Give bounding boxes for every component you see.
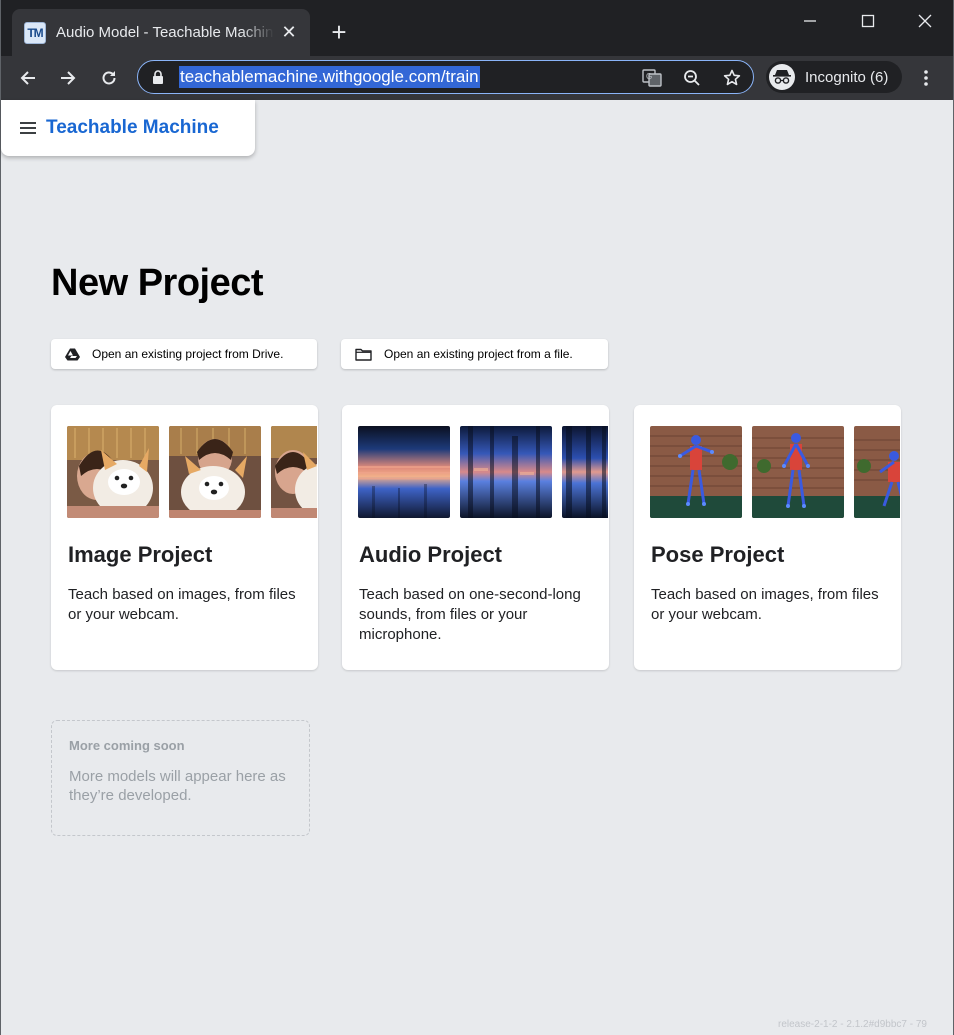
image-thumbnails <box>67 426 317 518</box>
window-close-icon[interactable] <box>905 6 945 36</box>
pose-thumbnail <box>854 426 900 518</box>
image-project-description: Teach based on images, from files or you… <box>68 586 296 623</box>
window-border-left <box>0 0 1 1035</box>
incognito-icon <box>769 64 795 90</box>
pose-thumbnail <box>650 426 742 518</box>
image-thumbnail <box>169 426 261 518</box>
new-tab-plus-icon[interactable]: + <box>326 17 352 47</box>
browser-toolbar: teachablemachine.withgoogle.com/train G … <box>0 56 954 100</box>
image-project-card[interactable]: Image Project Teach based on images, fro… <box>51 405 318 670</box>
lock-icon[interactable] <box>152 70 164 89</box>
open-from-file-label: Open an existing project from a file. <box>384 347 573 361</box>
address-bar[interactable]: teachablemachine.withgoogle.com/train G <box>137 60 754 94</box>
incognito-label: Incognito (6) <box>805 68 889 86</box>
hamburger-menu-icon[interactable] <box>20 122 36 134</box>
spectrogram-thumbnail <box>562 426 608 518</box>
folder-icon <box>355 348 372 361</box>
forward-arrow-icon[interactable] <box>54 64 82 92</box>
kebab-menu-icon[interactable] <box>915 64 937 92</box>
open-from-drive-label: Open an existing project from Drive. <box>92 347 284 361</box>
zoom-out-icon[interactable] <box>682 68 702 88</box>
coming-soon-description: More models will appear here as they’re … <box>69 768 286 804</box>
google-drive-icon <box>65 348 80 360</box>
audio-spectrogram-thumbnails <box>358 426 608 518</box>
url-text[interactable]: teachablemachine.withgoogle.com/train <box>179 66 480 88</box>
pose-project-card[interactable]: Pose Project Teach based on images, from… <box>634 405 901 670</box>
tab-favicon-icon: TM <box>24 21 46 44</box>
audio-project-description: Teach based on one-second-long sounds, f… <box>359 586 581 643</box>
release-version-text: release-2-1-2 - 2.1.2#d9bbc7 - 79 <box>778 1019 927 1030</box>
coming-soon-placeholder: More coming soon More models will appear… <box>51 720 310 836</box>
tab-close-icon[interactable]: ✕ <box>280 22 298 43</box>
app-header: Teachable Machine <box>1 100 255 156</box>
image-thumbnail <box>271 426 317 518</box>
pose-thumbnail <box>752 426 844 518</box>
browser-tab-strip: TM Audio Model - Teachable Machine ✕ + <box>0 0 954 56</box>
audio-project-title: Audio Project <box>359 542 503 567</box>
spectrogram-thumbnail <box>460 426 552 518</box>
brand-title[interactable]: Teachable Machine <box>46 117 219 139</box>
tab-title: Audio Model - Teachable Machine <box>56 24 274 41</box>
pose-project-title: Pose Project <box>651 542 785 567</box>
open-from-file-button[interactable]: Open an existing project from a file. <box>341 339 608 369</box>
coming-soon-title: More coming soon <box>69 738 185 753</box>
window-maximize-icon[interactable] <box>848 6 888 36</box>
reload-icon[interactable] <box>95 64 123 92</box>
spectrogram-thumbnail <box>358 426 450 518</box>
browser-tab[interactable]: TM Audio Model - Teachable Machine ✕ <box>12 9 310 56</box>
image-thumbnail <box>67 426 159 518</box>
image-project-title: Image Project <box>68 542 213 567</box>
incognito-profile-button[interactable]: Incognito (6) <box>766 61 902 93</box>
pose-project-description: Teach based on images, from files or you… <box>651 586 879 623</box>
window-minimize-icon[interactable] <box>790 6 830 36</box>
page-title: New Project <box>51 262 264 304</box>
back-arrow-icon[interactable] <box>14 64 42 92</box>
audio-project-card[interactable]: Audio Project Teach based on one-second-… <box>342 405 609 670</box>
pose-thumbnails <box>650 426 900 518</box>
translate-icon[interactable]: G <box>642 68 662 88</box>
bookmark-star-icon[interactable] <box>722 68 742 88</box>
open-from-drive-button[interactable]: Open an existing project from Drive. <box>51 339 317 369</box>
svg-text:G: G <box>646 72 652 81</box>
